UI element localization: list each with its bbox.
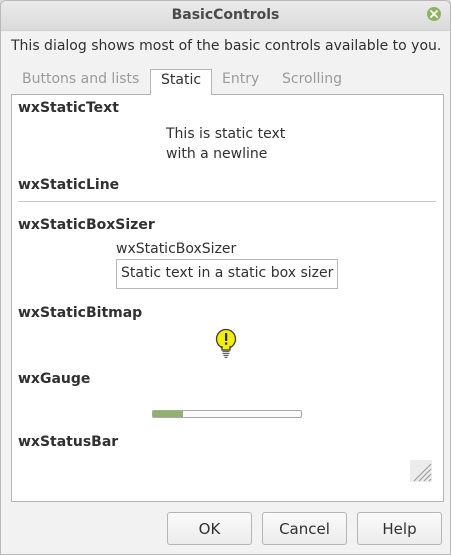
static-box-label: wxStaticBoxSizer [116,241,239,257]
static-box: Static text in a static box sizer [116,259,338,289]
resize-grip-icon [413,463,432,482]
static-tab-panel: wxStaticText This is static text with a … [11,94,444,502]
cancel-button[interactable]: Cancel [262,512,347,545]
static-line [18,201,436,202]
help-button[interactable]: Help [357,512,442,545]
static-box-text: Static text in a static box sizer [121,265,334,281]
close-button[interactable] [427,7,441,21]
status-bar-size-grip[interactable] [410,460,432,482]
heading-static-text: wxStaticText [18,100,119,116]
gauge [152,410,302,418]
gauge-fill [153,411,183,417]
close-icon [430,10,438,18]
title-bar[interactable]: BasicControls [1,1,450,31]
heading-gauge: wxGauge [18,371,91,387]
static-text-sample: This is static text with a newline [166,124,285,164]
heading-static-box-sizer: wxStaticBoxSizer [18,217,155,233]
tab-static[interactable]: Static [150,69,213,95]
static-text-line-2: with a newline [166,146,268,162]
window-title: BasicControls [171,7,280,23]
tab-scrolling[interactable]: Scrolling [282,69,342,93]
intro-text: This dialog shows most of the basic cont… [11,38,442,54]
static-text-line-1: This is static text [166,126,286,142]
heading-static-bitmap: wxStaticBitmap [18,305,143,321]
lightbulb-icon [215,328,237,359]
tab-buttons-and-lists[interactable]: Buttons and lists [22,69,139,93]
heading-status-bar: wxStatusBar [18,434,119,450]
heading-static-line: wxStaticLine [18,177,120,193]
ok-button[interactable]: OK [167,512,252,545]
tab-entry[interactable]: Entry [222,69,259,93]
dialog-window: BasicControls This dialog shows most of … [0,0,451,555]
